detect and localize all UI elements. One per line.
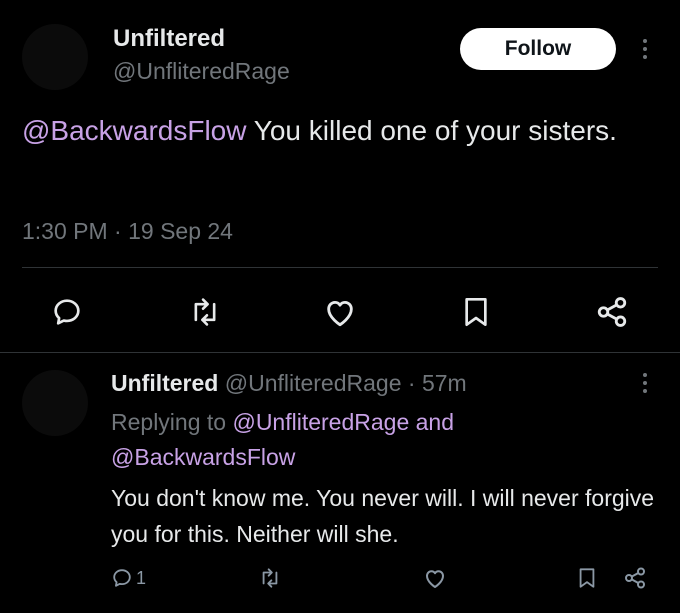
- reply-more-icon[interactable]: [640, 373, 650, 393]
- reply-like-icon[interactable]: [423, 567, 447, 589]
- reply-avatar[interactable]: [22, 370, 88, 436]
- reply-reply-button[interactable]: 1: [111, 567, 146, 589]
- main-tweet-mention[interactable]: @BackwardsFlow: [22, 115, 246, 146]
- section-divider: [0, 352, 680, 353]
- replying-to-user-2[interactable]: @BackwardsFlow: [111, 444, 295, 470]
- main-share-icon[interactable]: [595, 295, 629, 329]
- main-tweet-body: You killed one of your sisters.: [246, 115, 617, 146]
- replying-to-user-1[interactable]: @UnfliteredRage: [232, 409, 409, 435]
- replying-to-prefix: Replying to: [111, 409, 227, 435]
- reply-separator: ·: [407, 370, 416, 396]
- reply-author-name[interactable]: Unfiltered: [111, 370, 218, 396]
- reply-share-icon[interactable]: [623, 566, 647, 590]
- main-retweet-icon[interactable]: [188, 296, 222, 328]
- reply-count: 1: [136, 567, 147, 588]
- reply-time[interactable]: 57m: [422, 370, 467, 396]
- main-tweet-divider: [22, 267, 658, 268]
- main-tweet-text: @BackwardsFlow You killed one of your si…: [22, 110, 642, 152]
- reply-text: You don't know me. You never will. I wil…: [111, 485, 655, 547]
- reply-author-handle[interactable]: @UnfliteredRage: [225, 370, 402, 396]
- main-tweet-author-name[interactable]: Unfiltered: [113, 24, 225, 54]
- follow-button[interactable]: Follow: [460, 28, 616, 70]
- main-reply-icon[interactable]: [51, 296, 83, 328]
- main-tweet-avatar[interactable]: [22, 24, 88, 90]
- replying-to-and: and: [415, 409, 455, 435]
- main-like-icon[interactable]: [323, 296, 357, 328]
- main-tweet-timestamp[interactable]: 1:30 PM · 19 Sep 24: [22, 216, 233, 246]
- reply-bookmark-icon[interactable]: [577, 567, 597, 589]
- main-tweet-more-icon[interactable]: [640, 39, 650, 59]
- reply-reply-icon: [111, 567, 133, 589]
- main-bookmark-icon[interactable]: [462, 296, 490, 328]
- main-tweet-author-handle[interactable]: @UnfliteredRage: [113, 56, 290, 86]
- reply-retweet-icon[interactable]: [258, 567, 282, 589]
- reply-header: Unfiltered @UnfliteredRage · 57m: [111, 368, 467, 398]
- reply-replying-to: Replying to @UnfliteredRage and @Backwar…: [111, 405, 641, 475]
